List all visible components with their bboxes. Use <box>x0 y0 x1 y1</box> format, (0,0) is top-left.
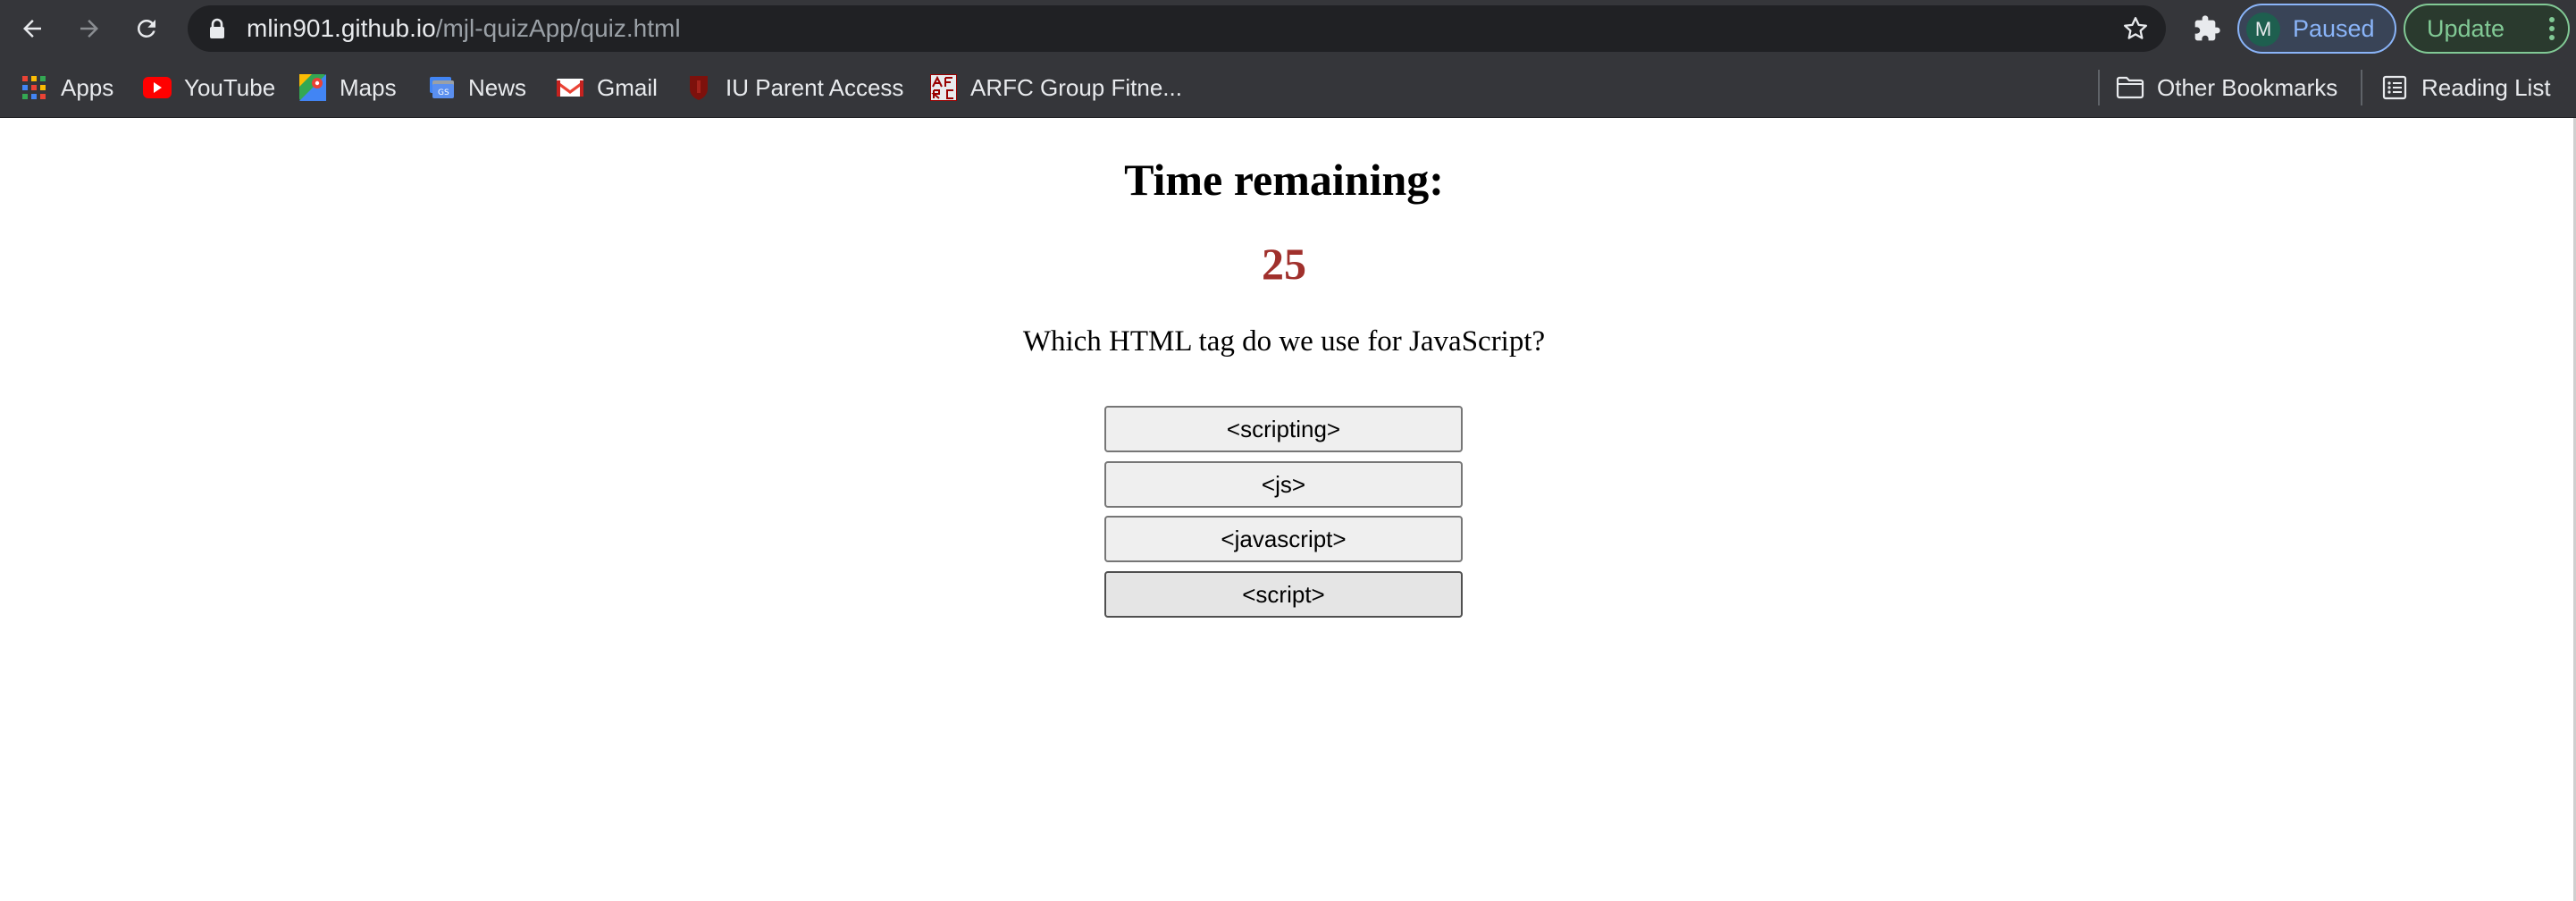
forward-button[interactable] <box>68 7 111 50</box>
bookmark-youtube[interactable]: YouTube <box>143 57 275 118</box>
bookmarks-divider <box>2361 70 2362 105</box>
url-text[interactable]: mlin901.github.io/mjl-quizApp/quiz.html <box>247 5 681 52</box>
extensions-button[interactable] <box>2186 7 2228 50</box>
bookmarks-bar: Apps YouTube Maps GS News Gmail IU Paren… <box>0 57 2576 118</box>
profile-status: Paused <box>2293 15 2375 42</box>
arfc-icon <box>929 73 958 102</box>
quiz-page: Time remaining: 25 Which HTML tag do we … <box>0 118 2573 901</box>
bookmark-label: YouTube <box>184 73 276 101</box>
youtube-icon <box>143 73 172 102</box>
other-bookmarks-label: Other Bookmarks <box>2157 73 2338 101</box>
profile-button[interactable]: M Paused <box>2237 4 2396 54</box>
other-bookmarks-folder[interactable]: Other Bookmarks <box>2116 57 2337 118</box>
bookmarks-divider <box>2098 70 2100 105</box>
url-path: /mjl-quizApp/quiz.html <box>435 14 681 42</box>
choice-button-2[interactable]: <js> <box>1104 460 1463 508</box>
bookmark-label: Gmail <box>597 73 658 101</box>
maps-icon <box>298 73 327 102</box>
countdown-timer: 25 <box>1262 239 1306 289</box>
bookmark-label: Apps <box>61 73 114 101</box>
svg-text:GS: GS <box>438 88 449 97</box>
bookmark-apps[interactable]: Apps <box>20 57 113 118</box>
more-vert-icon <box>2549 17 2555 40</box>
question-text: Which HTML tag do we use for JavaScript? <box>1022 325 1546 358</box>
choice-button-3[interactable]: <javascript> <box>1104 516 1463 562</box>
arrow-right-icon <box>80 20 98 38</box>
reload-button[interactable] <box>125 7 168 50</box>
back-button[interactable] <box>11 7 54 50</box>
browser-toolbar: mlin901.github.io/mjl-quizApp/quiz.html … <box>0 0 2576 57</box>
address-bar[interactable]: mlin901.github.io/mjl-quizApp/quiz.html <box>188 5 2166 52</box>
bookmark-iu-parent-access[interactable]: IU Parent Access <box>684 57 903 118</box>
time-remaining-heading: Time remaining: <box>1124 155 1444 205</box>
bookmark-label: Maps <box>340 73 397 101</box>
update-label: Update <box>2427 15 2505 42</box>
apps-grid-icon <box>20 73 48 102</box>
puzzle-piece-icon <box>2194 15 2220 41</box>
bookmark-maps[interactable]: Maps <box>298 57 397 118</box>
bookmark-label: IU Parent Access <box>726 73 904 101</box>
choice-button-4[interactable]: <script> <box>1104 570 1463 618</box>
bookmark-gmail[interactable]: Gmail <box>556 57 658 118</box>
answer-choices: <scripting> <js> <javascript> <script> <box>1104 406 1463 626</box>
choice-button-1[interactable]: <scripting> <box>1104 406 1463 452</box>
reading-list-button[interactable]: Reading List <box>2380 57 2551 118</box>
reading-list-label: Reading List <box>2421 73 2551 101</box>
bookmark-label: ARFC Group Fitne... <box>970 73 1182 101</box>
reading-list-icon <box>2380 73 2409 102</box>
update-button[interactable]: Update <box>2404 4 2570 54</box>
avatar: M <box>2246 13 2280 46</box>
bookmark-star-icon[interactable] <box>2121 14 2150 43</box>
bookmark-arfc[interactable]: ARFC Group Fitne... <box>929 57 1182 118</box>
bookmark-news[interactable]: GS News <box>427 57 526 118</box>
bookmark-label: News <box>468 73 527 101</box>
url-host: mlin901.github.io <box>247 14 436 42</box>
arrow-left-icon <box>23 20 41 38</box>
folder-icon <box>2116 73 2144 102</box>
reload-icon <box>137 19 155 38</box>
news-icon: GS <box>427 73 456 102</box>
lock-icon[interactable] <box>206 17 229 40</box>
gmail-icon <box>556 73 584 102</box>
iu-icon <box>684 73 713 102</box>
